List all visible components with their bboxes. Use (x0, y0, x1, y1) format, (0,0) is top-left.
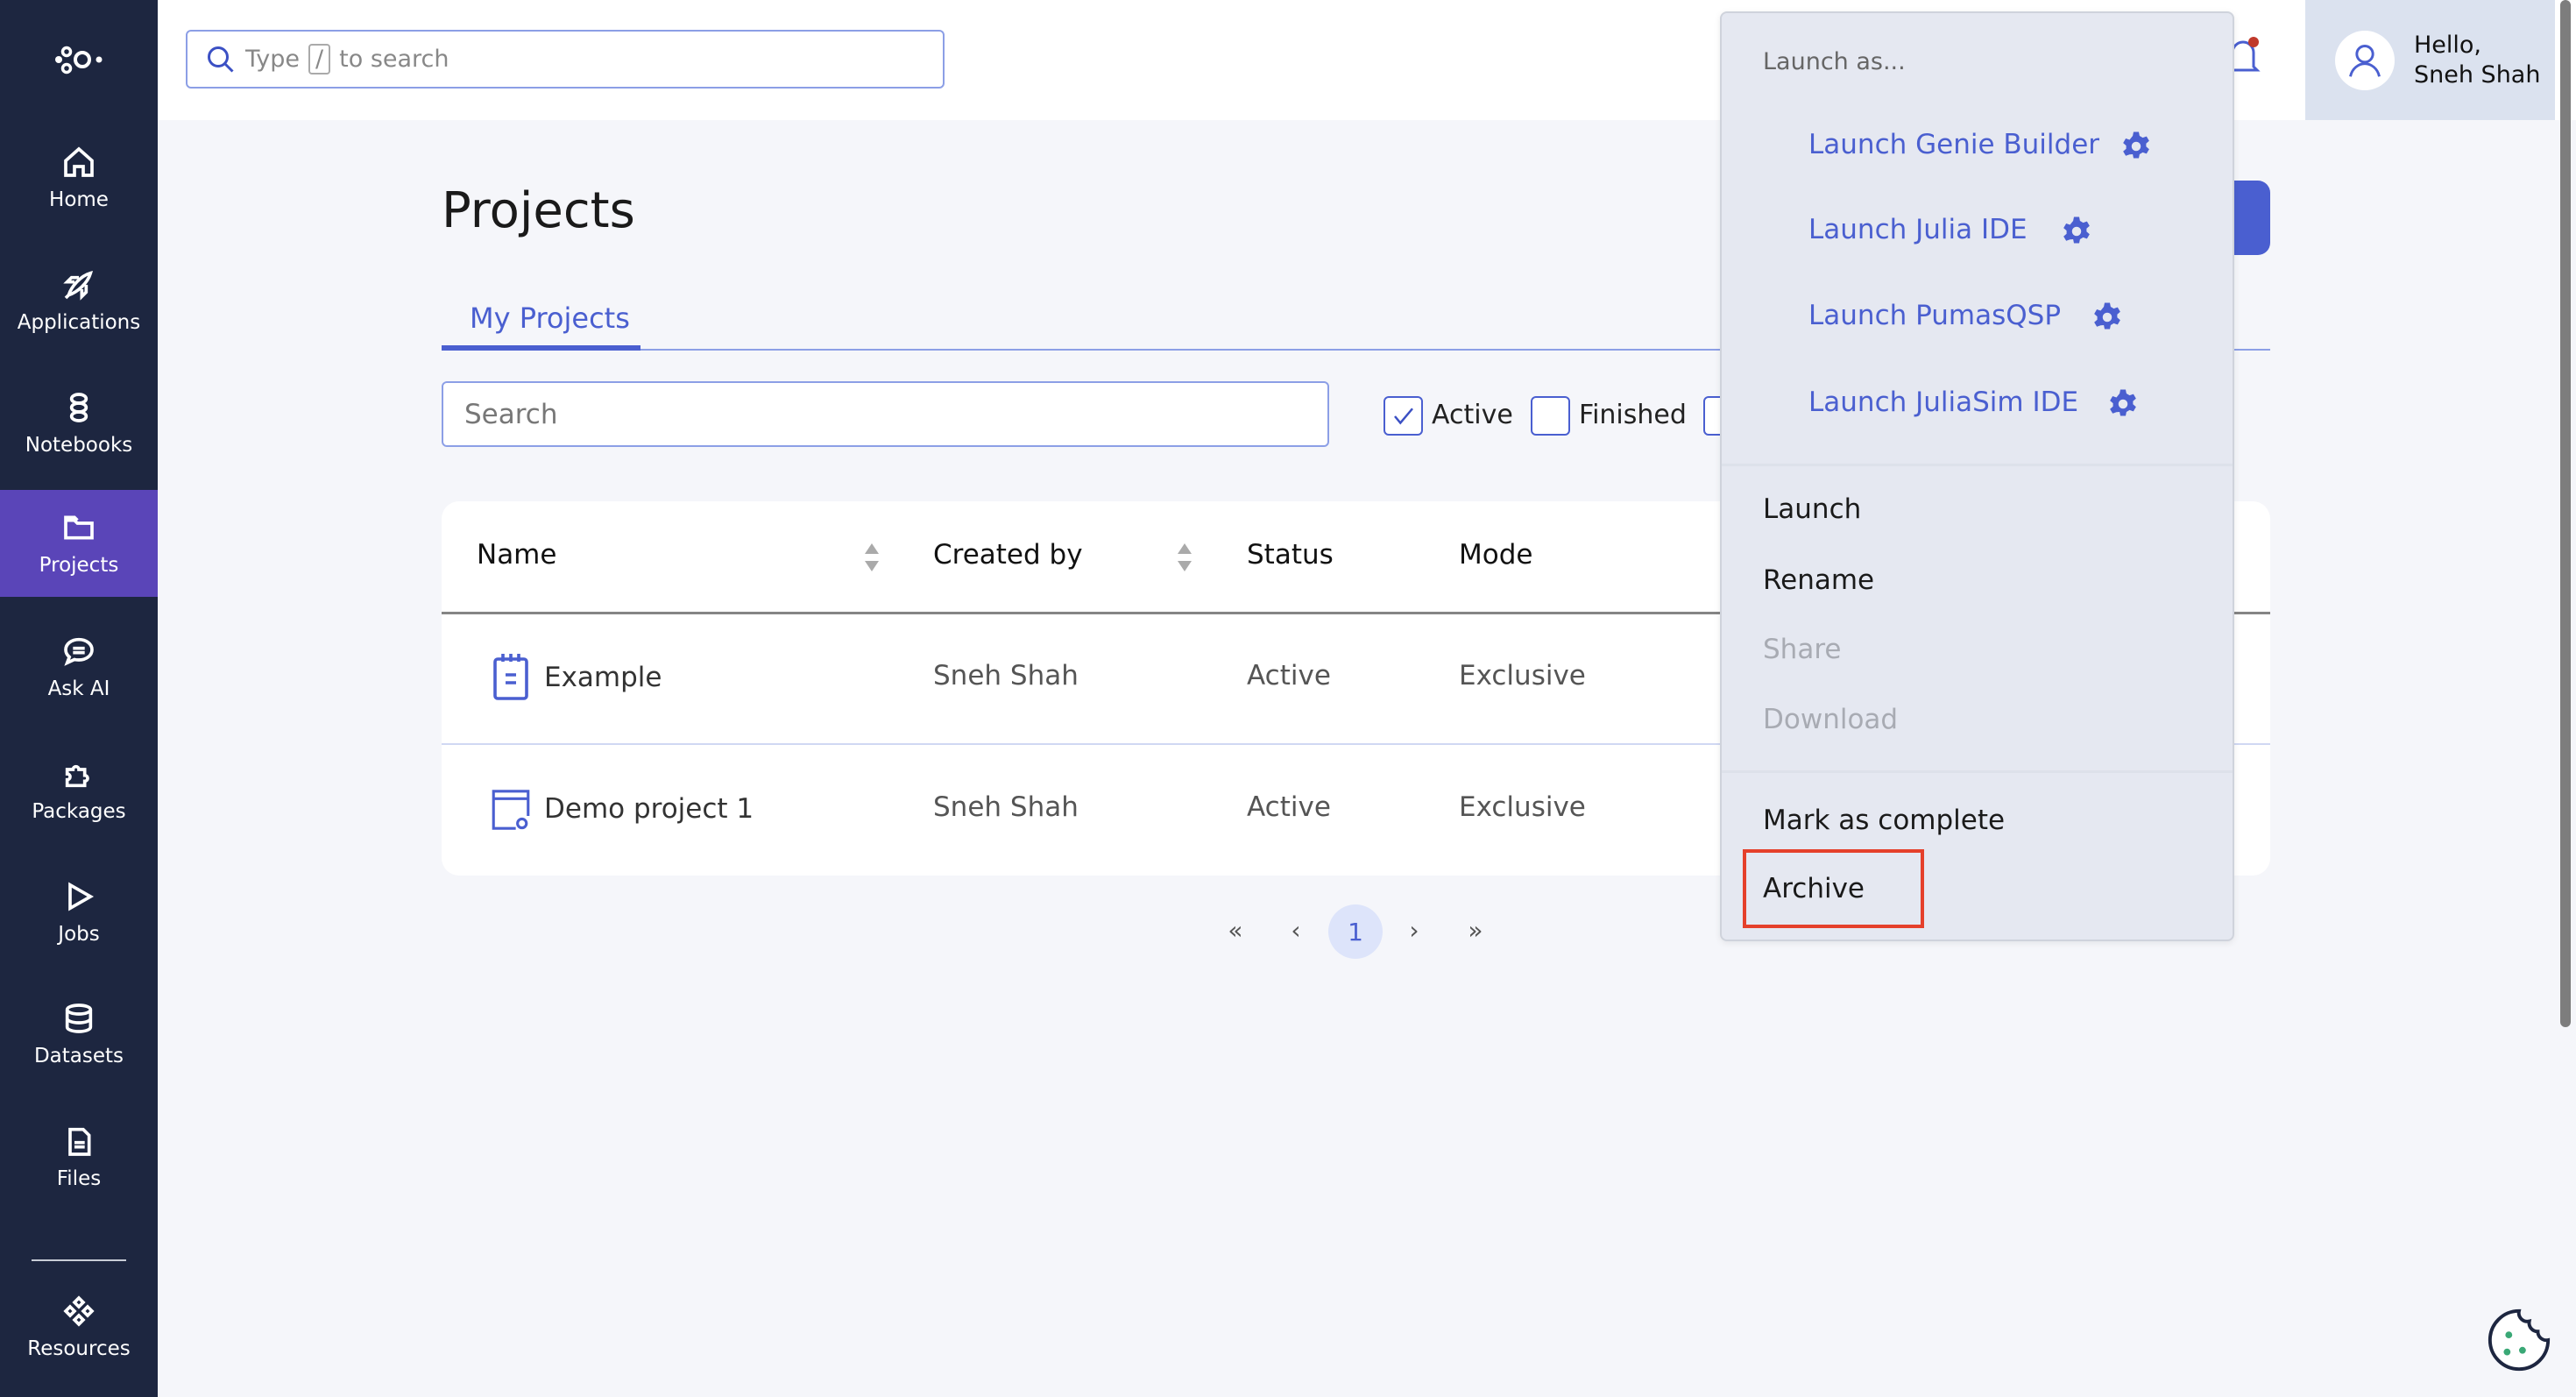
rocket-icon (63, 270, 94, 301)
resources-icon (63, 1295, 95, 1327)
files-icon (68, 1127, 91, 1156)
gear-icon[interactable] (2061, 216, 2092, 247)
sidebar-label: Home (49, 188, 109, 211)
logo-icon (55, 46, 103, 74)
puzzle-icon (65, 764, 89, 788)
mode: Exclusive (1459, 791, 1586, 823)
menu-item-rename[interactable]: Rename (1763, 564, 1874, 596)
sidebar-item-home[interactable]: Home (0, 124, 158, 231)
active-label: Active (1432, 400, 1513, 430)
avatar (2335, 30, 2395, 90)
active-checkbox[interactable] (1384, 396, 1423, 436)
sort-icon[interactable] (1176, 543, 1193, 571)
notepad-icon (493, 654, 528, 700)
scrollbar[interactable] (2560, 0, 2571, 1027)
database-icon (65, 1003, 93, 1033)
play-icon (68, 882, 95, 911)
menu-item-launch-genie-builder[interactable]: Launch Genie Builder (1808, 129, 2099, 160)
shortcut-key: / (308, 44, 331, 74)
finished-label: Finished (1579, 400, 1687, 430)
first-page-button[interactable]: « (1220, 916, 1251, 945)
user-name: Sneh Shah (2414, 60, 2541, 89)
check-icon (1393, 407, 1413, 424)
folder-icon (64, 515, 94, 540)
menu-item-launch-julia-ide[interactable]: Launch Julia IDE (1808, 214, 2028, 245)
created-by: Sneh Shah (933, 660, 1079, 691)
menu-divider (1722, 770, 2233, 773)
menu-item-launch[interactable]: Launch (1763, 493, 1861, 525)
tab-my-projects[interactable]: My Projects (470, 301, 630, 335)
home-icon (64, 146, 94, 177)
menu-item-share: Share (1763, 634, 1842, 665)
sidebar-item-applications[interactable]: Applications (0, 247, 158, 354)
tab-underline (442, 345, 640, 351)
user-icon (2349, 44, 2381, 77)
project-search-input[interactable]: Search (442, 381, 1329, 447)
page-1-button[interactable]: 1 (1328, 904, 1383, 959)
sidebar-divider (32, 1259, 126, 1261)
project-context-menu: Launch as... Launch Genie Builder Launch… (1720, 11, 2234, 941)
menu-item-mark-as-complete[interactable]: Mark as complete (1763, 805, 2005, 836)
status: Active (1247, 660, 1331, 691)
user-menu[interactable]: Hello, Sneh Shah (2305, 0, 2555, 120)
column-header-mode: Mode (1459, 539, 1533, 571)
sort-icon[interactable] (863, 543, 881, 571)
sidebar-item-projects[interactable]: Projects (0, 490, 158, 597)
sidebar-label: Jobs (58, 923, 100, 946)
sidebar-item-datasets[interactable]: Datasets (0, 981, 158, 1088)
sidebar-label: Applications (17, 311, 141, 334)
finished-checkbox[interactable] (1531, 396, 1570, 436)
search-icon (208, 46, 234, 73)
sidebar-item-notebooks[interactable]: Notebooks (0, 370, 158, 477)
page-title: Projects (442, 182, 635, 239)
sidebar-label: Projects (39, 554, 119, 577)
menu-header: Launch as... (1763, 48, 1906, 75)
status: Active (1247, 791, 1331, 823)
menu-item-download: Download (1763, 704, 1899, 735)
created-by: Sneh Shah (933, 791, 1079, 823)
project-name[interactable]: Example (544, 662, 662, 693)
sidebar-label: Datasets (33, 1045, 124, 1067)
search-placeholder: Type (245, 46, 301, 73)
column-header-created-by[interactable]: Created by (933, 539, 1083, 571)
gear-icon[interactable] (2107, 388, 2139, 420)
column-header-name[interactable]: Name (477, 539, 556, 571)
project-name[interactable]: Demo project 1 (544, 793, 754, 825)
next-page-button[interactable]: › (1398, 916, 1430, 945)
sidebar-label: Packages (32, 800, 126, 823)
notebook-icon (69, 393, 88, 422)
prev-page-button[interactable]: ‹ (1280, 916, 1312, 945)
sidebar: Home Applications Notebooks Projects Ask… (0, 0, 158, 1397)
mode: Exclusive (1459, 660, 1586, 691)
sidebar-label: Files (56, 1167, 102, 1190)
sidebar-item-resources[interactable]: Resources (0, 1273, 158, 1380)
last-page-button[interactable]: » (1460, 916, 1491, 945)
sidebar-label: Resources (27, 1337, 131, 1360)
global-search-input[interactable]: Type / to search (186, 30, 945, 89)
sidebar-label: Ask AI (47, 677, 110, 700)
menu-item-launch-pumasqsp[interactable]: Launch PumasQSP (1808, 300, 2061, 331)
menu-divider (1722, 464, 2233, 466)
cookie-icon[interactable] (2485, 1306, 2553, 1374)
column-header-status: Status (1247, 539, 1334, 571)
gear-icon[interactable] (2091, 301, 2123, 333)
app-window-gear-icon (492, 790, 530, 830)
chat-icon (64, 637, 94, 666)
search-placeholder-suffix: to search (339, 46, 449, 73)
greeting: Hello, (2414, 31, 2482, 59)
sidebar-item-ask-ai[interactable]: Ask AI (0, 613, 158, 720)
gear-icon[interactable] (2120, 131, 2152, 162)
sidebar-item-files[interactable]: Files (0, 1103, 158, 1210)
menu-item-launch-juliasim-ide[interactable]: Launch JuliaSim IDE (1808, 386, 2078, 418)
sidebar-label: Notebooks (25, 434, 133, 457)
archive-highlight-box (1743, 849, 1924, 928)
sidebar-item-jobs[interactable]: Jobs (0, 859, 158, 966)
sidebar-item-packages[interactable]: Packages (0, 736, 158, 843)
